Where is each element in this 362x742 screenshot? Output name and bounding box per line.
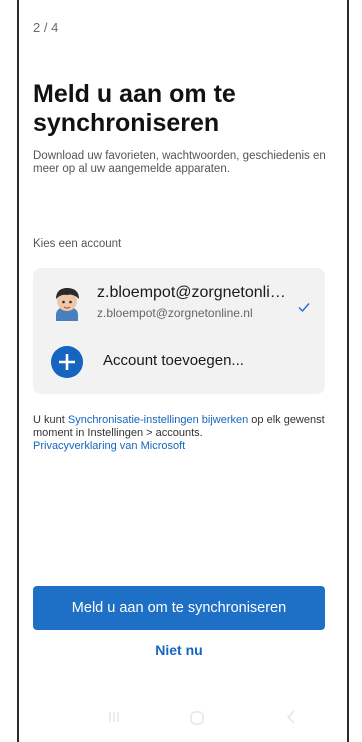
add-account-label: Account toevoegen...: [103, 352, 244, 369]
system-navigation-bar: [33, 696, 335, 742]
info-prefix: U kunt: [33, 414, 68, 426]
privacy-link[interactable]: Privacyverklaring van Microsoft: [33, 440, 185, 452]
phone-frame: 2 / 4 Meld u aan om te synchroniseren Do…: [17, 0, 349, 742]
add-account-button[interactable]: Account toevoegen...: [33, 340, 325, 386]
account-option[interactable]: z.bloempot@zorgnetonline.nl z.bloempot@z…: [33, 280, 325, 330]
sync-sign-in-screen: 2 / 4 Meld u aan om te synchroniseren Do…: [33, 0, 335, 742]
plus-icon: [51, 346, 83, 378]
page-subtitle: Download uw favorieten, wachtwoorden, ge…: [33, 150, 326, 175]
back-icon[interactable]: [285, 709, 297, 725]
step-indicator: 2 / 4: [33, 20, 59, 35]
check-icon: [298, 303, 310, 313]
choose-account-label: Kies een account: [33, 238, 122, 250]
sync-settings-link[interactable]: Synchronisatie-instellingen bijwerken: [68, 414, 248, 426]
account-picker: z.bloempot@zorgnetonline.nl z.bloempot@z…: [33, 268, 325, 394]
page-title: Meld u aan om te synchroniseren: [33, 80, 236, 137]
avatar: [56, 288, 79, 321]
recents-icon[interactable]: [107, 710, 121, 724]
not-now-button[interactable]: Niet nu: [33, 630, 325, 670]
sync-info-text: U kunt Synchronisatie-instellingen bijwe…: [33, 414, 333, 453]
home-icon[interactable]: [189, 710, 205, 726]
sign-in-sync-button[interactable]: Meld u aan om te synchroniseren: [33, 586, 325, 630]
account-name: z.bloempot@zorgnetonline.nl: [97, 284, 293, 301]
account-email: z.bloempot@zorgnetonline.nl: [97, 306, 253, 320]
